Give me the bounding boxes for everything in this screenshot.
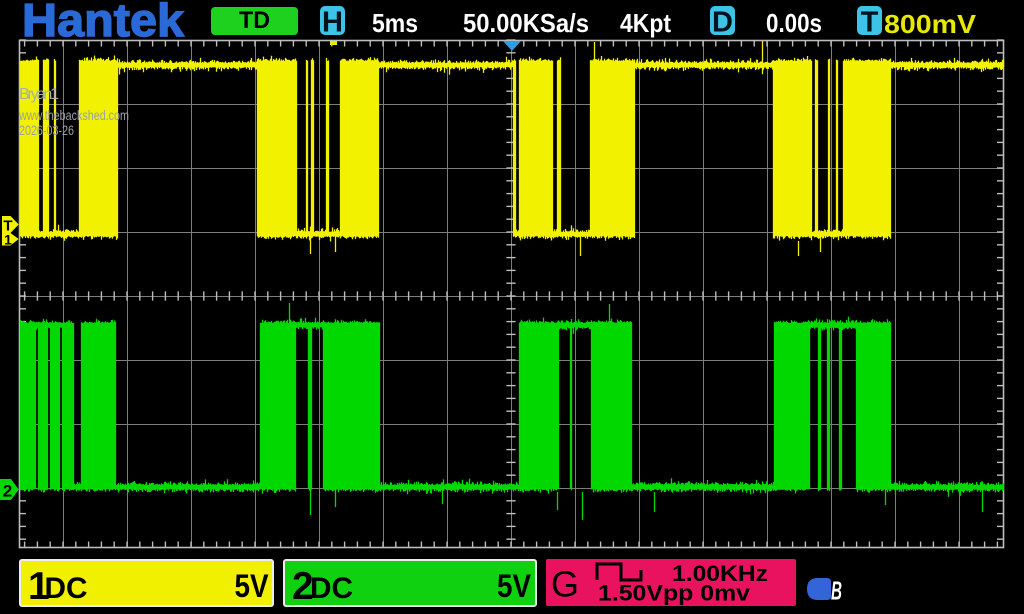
svg-text:D: D: [712, 7, 733, 39]
svg-text:T: T: [861, 7, 879, 39]
svg-text:H: H: [322, 7, 343, 39]
svg-text:www.thebackshed.com: www.thebackshed.com: [18, 107, 129, 123]
svg-text:1.50Vpp 0mv: 1.50Vpp 0mv: [598, 581, 751, 606]
svg-text:TD: TD: [239, 7, 270, 34]
svg-text:DC: DC: [310, 572, 353, 605]
svg-text:2026-03-26: 2026-03-26: [19, 122, 74, 138]
svg-text:1: 1: [4, 232, 12, 248]
svg-text:5ms: 5ms: [372, 8, 418, 38]
svg-text:0.00s: 0.00s: [766, 8, 822, 38]
svg-text:800mV: 800mV: [884, 9, 977, 39]
svg-text:4Kpt: 4Kpt: [620, 8, 671, 38]
svg-text:G: G: [551, 564, 579, 605]
svg-text:5V: 5V: [497, 568, 532, 604]
svg-text:2: 2: [3, 482, 12, 501]
svg-text:5V: 5V: [235, 568, 270, 604]
svg-text:B: B: [831, 576, 842, 606]
svg-text:50.00KSa/s: 50.00KSa/s: [463, 8, 589, 38]
svg-text:Hantek: Hantek: [22, 0, 184, 46]
svg-text:Bryan1: Bryan1: [19, 86, 59, 103]
svg-text:DC: DC: [45, 572, 88, 605]
